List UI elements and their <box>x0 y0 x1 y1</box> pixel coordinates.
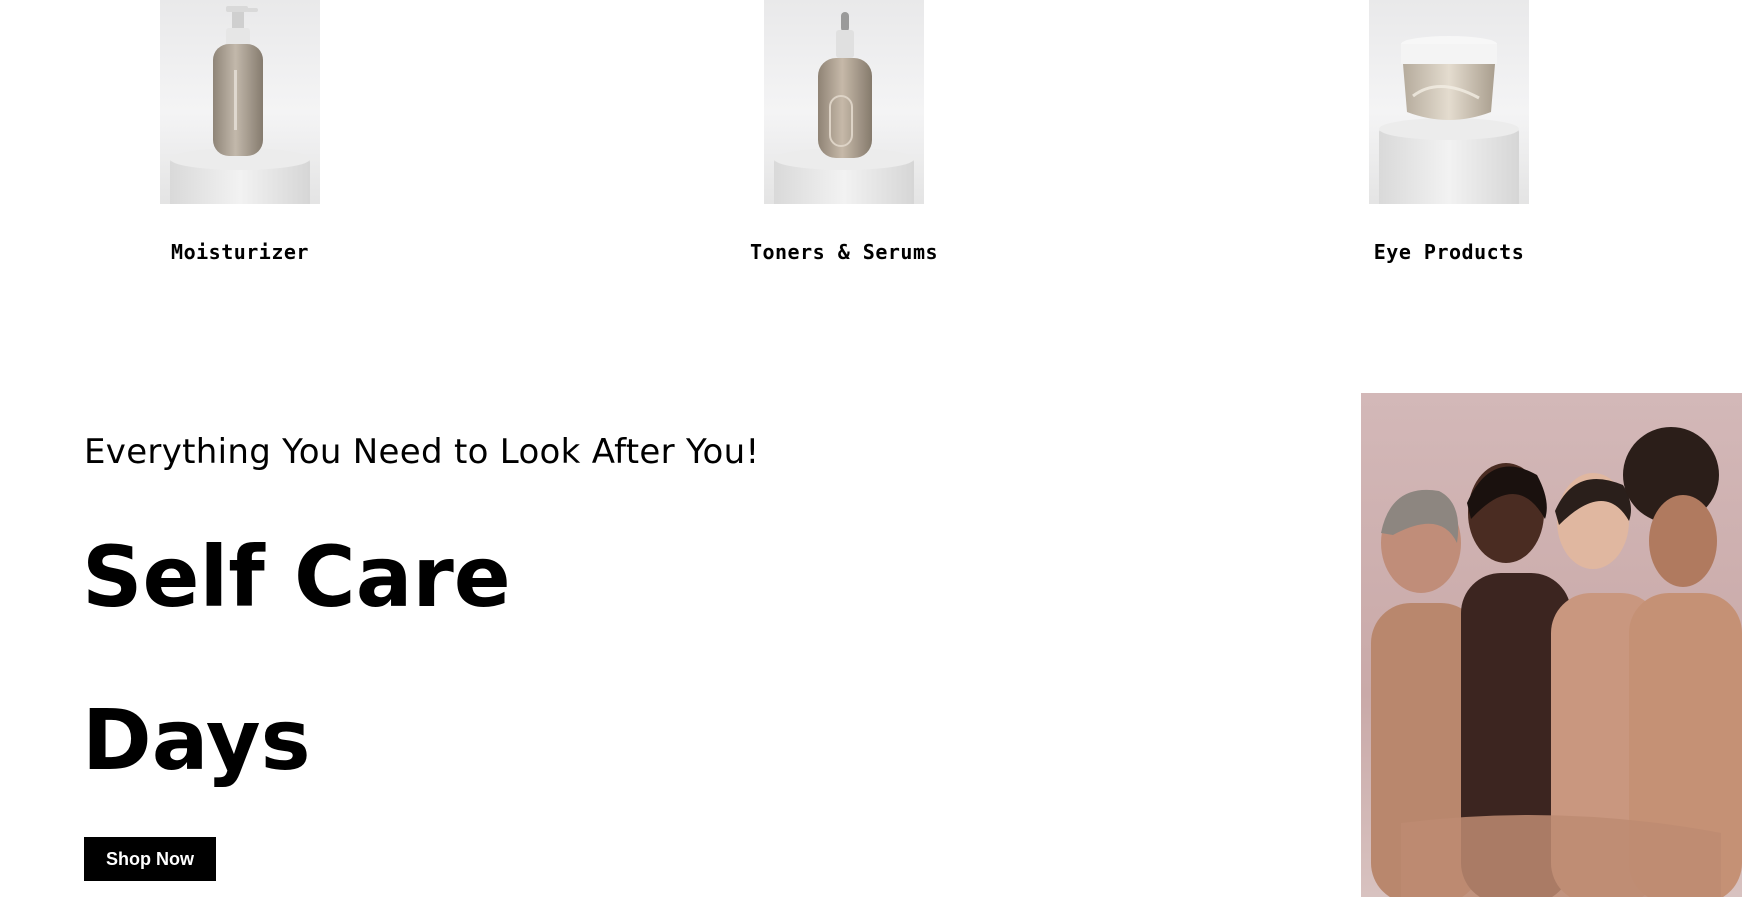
dropper-bottle-icon <box>818 12 872 158</box>
shop-now-button[interactable]: Shop Now <box>84 837 216 881</box>
eye-products-image[interactable] <box>1369 0 1529 204</box>
moisturizer-image[interactable] <box>160 0 320 204</box>
category-row: Moisturizer Toners & Serums Eye Products <box>0 0 1756 264</box>
pump-bottle-icon <box>213 6 263 156</box>
models-illustration <box>1371 427 1742 897</box>
category-toners-serums[interactable]: Toners & Serums <box>750 0 938 264</box>
cream-jar-icon <box>1401 36 1497 120</box>
category-label[interactable]: Eye Products <box>1374 240 1525 264</box>
category-moisturizer[interactable]: Moisturizer <box>160 0 320 264</box>
category-eye-products[interactable]: Eye Products <box>1369 0 1529 264</box>
hero-subtitle: Everything You Need to Look After You! <box>84 432 760 472</box>
toners-serums-image[interactable] <box>764 0 924 204</box>
hero-title-line1: Self Care <box>82 528 511 626</box>
category-label[interactable]: Moisturizer <box>171 240 309 264</box>
models-image <box>1361 393 1742 897</box>
category-label[interactable]: Toners & Serums <box>750 240 938 264</box>
hero-title-line2: Days <box>82 691 311 789</box>
